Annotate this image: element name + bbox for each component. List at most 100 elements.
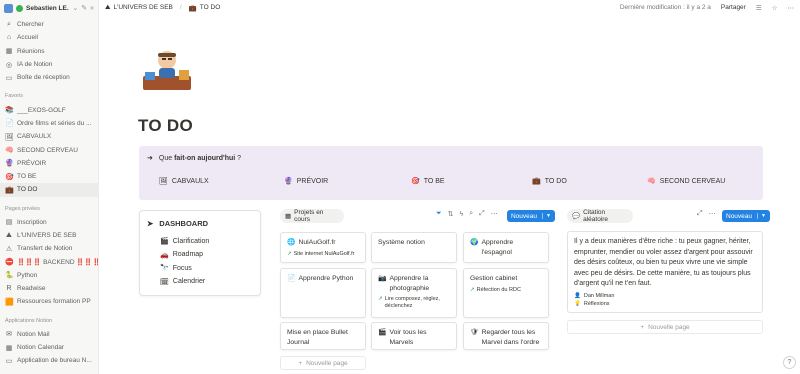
comment-icon[interactable]: ☰ (756, 4, 762, 12)
dashboard-link[interactable]: 🎬 Clarification (160, 237, 209, 246)
new-page-label: Nouvelle page (648, 323, 690, 331)
new-page-button-projects[interactable]: + Nouvelle page (280, 356, 366, 370)
globe-icon: 🌐 (287, 239, 296, 246)
sidebar-item[interactable]: ▤ Inscription (0, 216, 98, 229)
sidebar-item[interactable]: 🧠 SECOND CERVEAU (0, 143, 98, 156)
new-page-button-quotes[interactable]: + Nouvelle page (567, 320, 763, 334)
quick-link[interactable]: 🔮 PRÉVOIR (284, 177, 328, 186)
quote-text: Il y a deux manières d'être riche : tu p… (574, 238, 753, 287)
navigation-arrow-icon: ➤ (147, 219, 154, 228)
project-card[interactable]: 📄 Apprendre Python (280, 268, 366, 318)
sidebar-item[interactable]: 💼 TO DO (0, 183, 98, 197)
sidebar-item[interactable]: ⌂ Accueil (0, 31, 98, 44)
quick-link-label: CABVAULX (171, 177, 209, 185)
page-icon: 🔮 (284, 178, 293, 185)
project-card[interactable]: Gestion cabinet ↗ Réfection du RDC (463, 268, 549, 318)
new-button-label: Nouveau (726, 212, 753, 220)
new-page-icon[interactable]: ✎ (81, 4, 87, 12)
quick-link-label: SECOND CERVEAU (659, 177, 726, 185)
new-quote-button[interactable]: Nouveau ▼ (722, 210, 770, 222)
chevron-down-icon[interactable]: ▼ (542, 213, 551, 219)
quick-link[interactable]: 💼 TO DO (532, 177, 567, 186)
movie-icon: 🎬 (378, 329, 387, 336)
home-icon: ⌂ (6, 34, 12, 42)
chevron-down-icon[interactable]: ⌄ (72, 4, 78, 12)
new-project-button[interactable]: Nouveau ▼ (507, 210, 555, 222)
dashboard-link[interactable]: 🗓 Calendrier (160, 278, 205, 286)
sidebar-item[interactable]: ⚠ Transfert de Notion (0, 242, 98, 255)
help-button[interactable]: ? (783, 356, 796, 369)
sidebar-item[interactable]: ⛔ ‼️‼️‼️ BACKEND ‼️‼️‼️... (0, 255, 98, 268)
breadcrumb-separator: / (179, 4, 182, 11)
sidebar-item-label: Boîte de réception (17, 74, 70, 82)
sidebar-item-label: Notion Calendar (17, 344, 64, 352)
project-card[interactable]: 🌍 Apprendre l'espagnol (463, 232, 549, 263)
project-card[interactable]: Système notion (371, 232, 457, 263)
more-icon[interactable]: ⋯ (788, 4, 795, 12)
project-card-title: Apprendre l'espagnol (481, 239, 514, 256)
project-card[interactable]: 🌐 NulAuGolf.fr ↗ Site internet NulAuGolf.fr (280, 232, 366, 263)
sidebar-item[interactable]: ▭ Application de bureau N... (0, 354, 98, 367)
chevron-down-icon[interactable]: ▼ (757, 213, 766, 219)
sidebar-item[interactable]: ▭ Boîte de réception (0, 71, 98, 84)
sidebar-item-label: L'UNIVERS DE SEB (17, 232, 77, 239)
quick-link[interactable]: 🖼 CABVAULX (159, 177, 209, 186)
callout-suffix: ? (235, 154, 242, 162)
filter-icon[interactable]: ⏷ (436, 210, 442, 218)
more-icon[interactable]: ⋯ (491, 210, 498, 218)
sidebar-item-label: SECOND CERVEAU (17, 146, 78, 154)
quote-card[interactable]: Il y a deux manières d'être riche : tu p… (567, 231, 763, 313)
sidebar-item[interactable]: ✉ Notion Mail (0, 328, 98, 341)
globe-icon: 🌍 (470, 239, 479, 246)
open-full-icon[interactable]: ⤢ (479, 210, 485, 218)
project-card[interactable]: 📷 Apprendre la photographie ↗ Lire composez… (371, 268, 457, 318)
sidebar-item[interactable]: 🔮 PRÉVOIR (0, 157, 98, 170)
sidebar-item[interactable]: ▦ Réunions (0, 45, 98, 58)
breadcrumb-item-univers[interactable]: L'UNIVERS DE SEB (113, 4, 172, 11)
dashboard-link[interactable]: 🔭 Focus (160, 264, 192, 273)
quote-category: Réflexions (583, 300, 610, 307)
sort-icon[interactable]: ⇅ (448, 210, 454, 218)
tab-citation-aleatoire[interactable]: 💬 Citation aléatoire (567, 209, 633, 223)
sidebar-item[interactable]: ◎ IA de Notion (0, 58, 98, 71)
page-title[interactable]: TO DO (138, 116, 193, 136)
private-header: Pages privées (5, 205, 40, 212)
sidebar-item[interactable]: 🐍 Python (0, 269, 98, 282)
sidebar-item[interactable]: ▦ Notion Calendar (0, 341, 98, 354)
project-card[interactable]: Mise en place Bullet Journal (280, 322, 366, 350)
sidebar-item-label: Accueil (17, 34, 38, 42)
search-icon[interactable]: ⌕ (469, 210, 473, 218)
quick-link[interactable]: 🧠 SECOND CERVEAU (647, 177, 726, 186)
tab-projets-en-cours[interactable]: ▦ Projets en cours (280, 209, 344, 223)
more-icon[interactable]: ⋯ (709, 210, 716, 218)
sidebar-item[interactable]: 📄 Ordre films et séries du ... (0, 117, 98, 130)
sidebar-item[interactable]: R Readwise (0, 282, 98, 295)
star-icon[interactable]: ☆ (772, 4, 778, 12)
share-button[interactable]: Partager (721, 4, 746, 11)
topbar: ⛰ L'UNIVERS DE SEB / 💼 TO DO Dernière mo… (99, 0, 800, 15)
sidebar-item[interactable]: ⛰ L'UNIVERS DE SEB (0, 229, 98, 242)
quick-link[interactable]: 🎯 TO BE (411, 177, 445, 186)
open-full-icon[interactable]: ⤢ (697, 210, 703, 218)
sidebar-item[interactable]: 📚 ___EXOS-GOLF (0, 103, 98, 116)
workspace-switcher[interactable]: Sebastien LE... ⌄ ✎ « (0, 0, 98, 16)
page-icon: 🖼 (5, 133, 14, 141)
collapse-sidebar-icon[interactable]: « (90, 5, 94, 12)
workspace-avatar (4, 3, 13, 13)
sidebar-item[interactable]: 🎯 TO BE (0, 170, 98, 183)
project-card[interactable]: 🎬 Voir tous les Marvels (371, 322, 457, 350)
sidebar-item-label: ‼️‼️‼️ BACKEND ‼️‼️‼️... (17, 259, 98, 267)
arrow-right-icon: ➜ (147, 155, 153, 162)
sidebar-item-label: Application de bureau N... (17, 357, 92, 365)
lightning-icon[interactable]: ϟ (459, 211, 463, 218)
breadcrumb-item-todo[interactable]: TO DO (200, 4, 220, 11)
project-card[interactable]: 🛡 Regarder tous les Marvel dans l'ordre (463, 322, 549, 350)
sidebar-item[interactable]: 🟧 Ressources formation PP (0, 295, 98, 308)
project-card-property: Site internet NulAuGolf.fr (293, 250, 355, 257)
page-icon: R (6, 285, 12, 293)
project-card-title: Regarder tous les Marvel dans l'ordre (481, 329, 540, 346)
dashboard-link[interactable]: 🚗 Roadmap (160, 251, 203, 259)
sidebar-item[interactable]: ⌕ Chercher (0, 18, 98, 31)
sidebar-item[interactable]: 🖼 CABVAULX (0, 130, 98, 143)
page-icon: 🎯 (411, 178, 420, 185)
